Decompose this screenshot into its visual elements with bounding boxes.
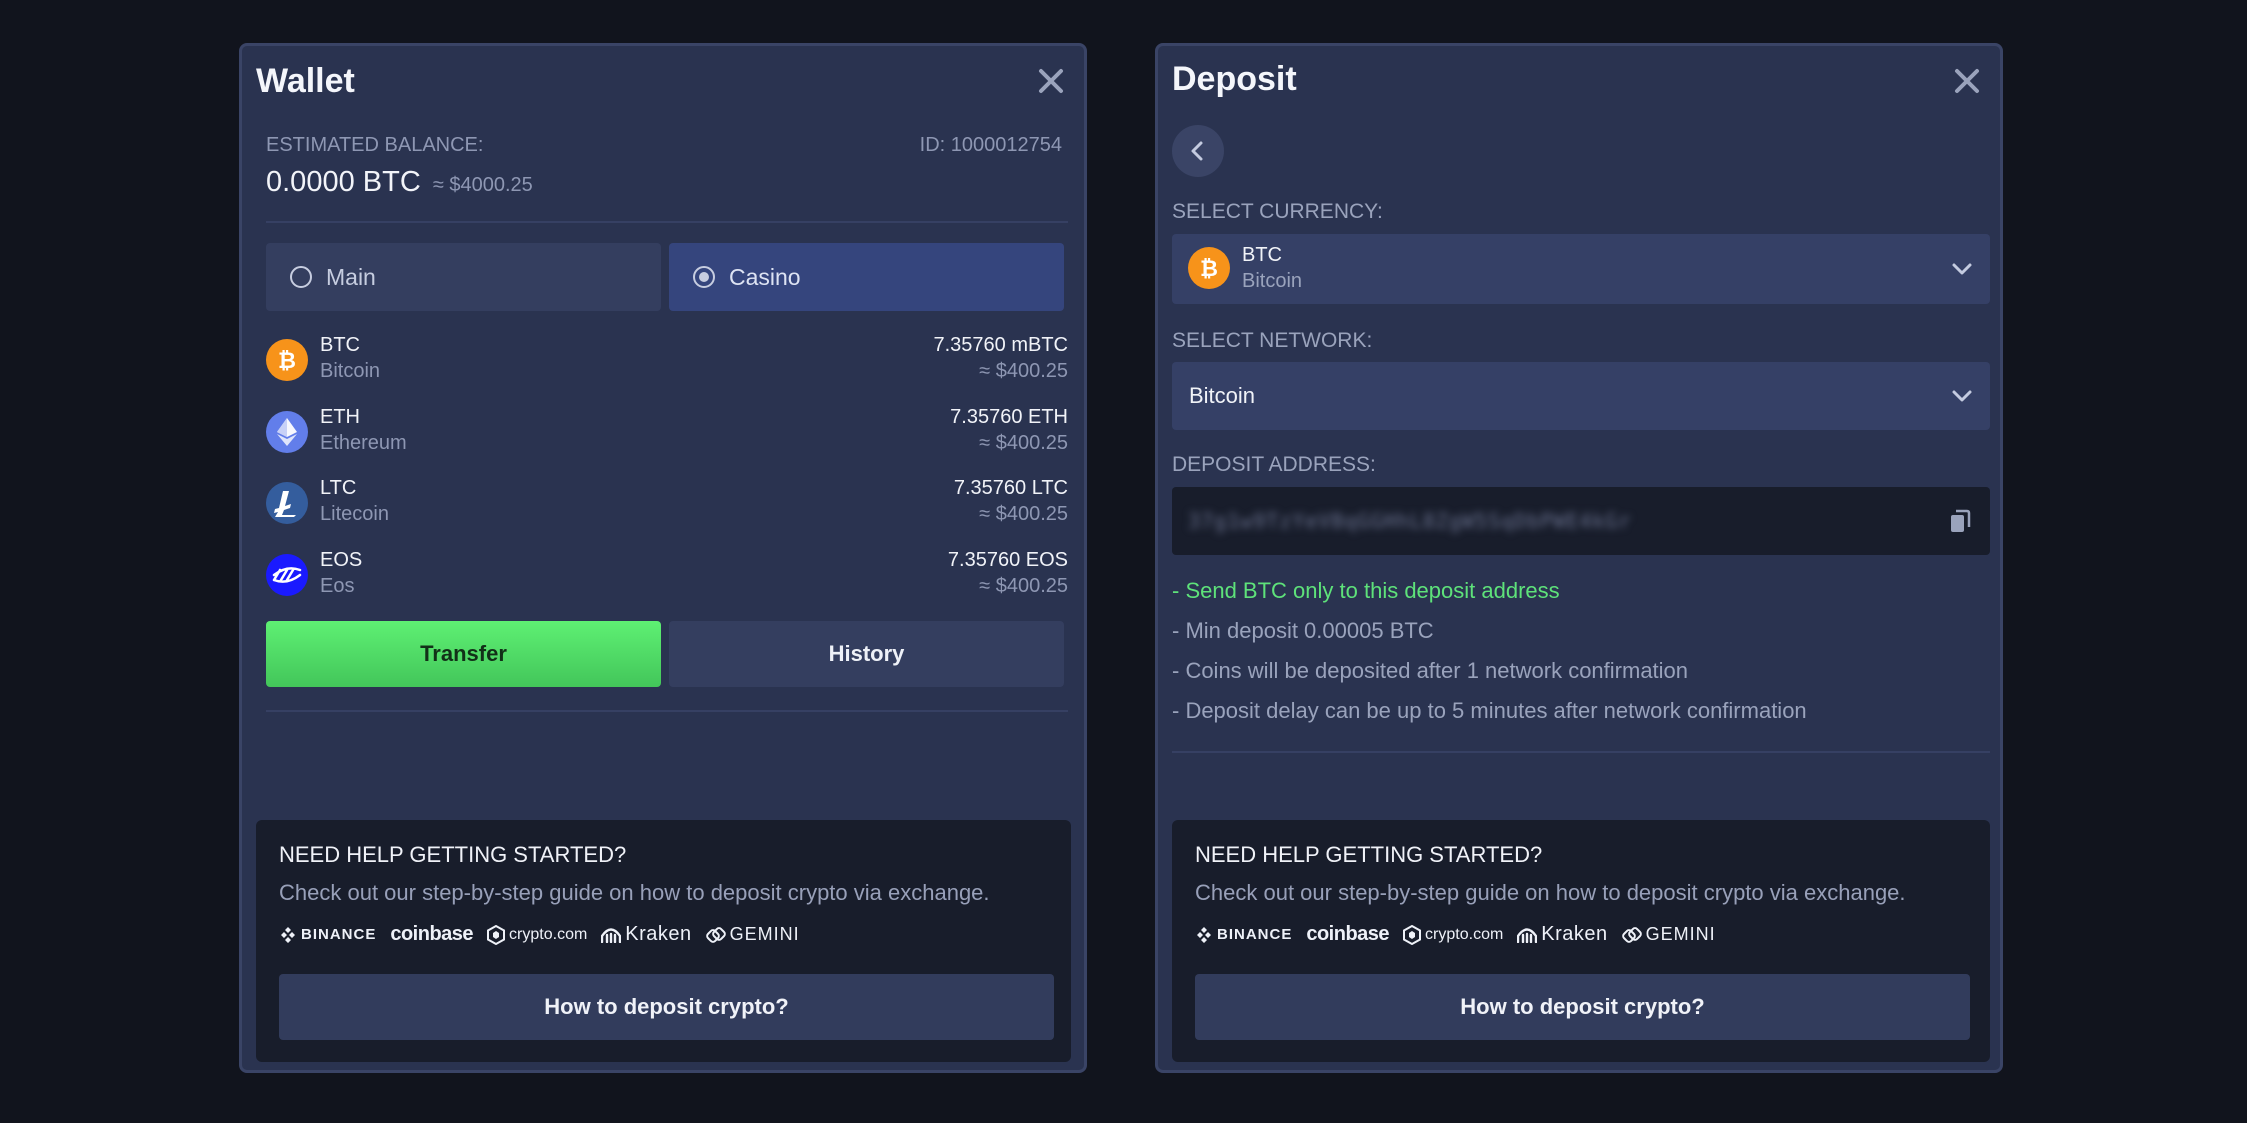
coin-symbol: LTC [320,477,357,499]
copy-icon[interactable] [1948,509,1972,535]
coinbase-logo-text: coinbase [1306,923,1390,945]
help-box: NEED HELP GETTING STARTED? Check out our… [256,820,1071,1062]
network-select[interactable]: Bitcoin [1172,362,1990,430]
how-to-deposit-button[interactable]: How to deposit crypto? [1195,974,1970,1040]
network-value: Bitcoin [1189,383,1256,408]
currency-select[interactable]: ₿ BTC Bitcoin [1172,234,1990,304]
radio-icon [290,266,312,288]
coinbase-logo: coinbase [390,923,473,946]
coin-amount: 7.35760 ETH [950,406,1068,428]
currency-label: SELECT CURRENCY: [1172,200,1383,223]
wallet-toggle-casino-label: Casino [729,263,801,290]
gemini-logo-text: GEMINI [729,924,800,944]
wallet-toggle-main[interactable]: Main [266,243,661,311]
coin-symbol: BTC [320,334,360,356]
wallet-toggle-main-label: Main [326,263,376,290]
coin-fiat: ≈ $400.25 [979,432,1068,454]
deposit-note: - Send BTC only to this deposit address [1172,578,1560,603]
deposit-note: - Deposit delay can be up to 5 minutes a… [1172,698,1807,723]
wallet-title: Wallet [256,62,355,100]
back-button[interactable] [1172,125,1224,177]
coin-amount: 7.35760 mBTC [933,334,1068,356]
coin-fiat: ≈ $400.25 [979,575,1068,597]
cryptocom-logo: crypto.com [1403,924,1504,945]
coin-symbol: EOS [320,549,363,571]
bitcoin-icon: ₿ [1188,247,1230,289]
coin-fiat: ≈ $400.25 [979,503,1068,525]
close-icon[interactable] [1034,64,1068,98]
kraken-logo-text: Kraken [625,923,692,945]
chevron-down-icon [1952,263,1972,275]
network-label: SELECT NETWORK: [1172,329,1373,352]
help-description: Check out our step-by-step guide on how … [1195,880,1906,905]
how-to-deposit-button[interactable]: How to deposit crypto? [279,974,1054,1040]
address-label: DEPOSIT ADDRESS: [1172,453,1376,476]
help-description: Check out our step-by-step guide on how … [279,880,990,905]
coinbase-logo-text: coinbase [390,923,474,945]
help-box: NEED HELP GETTING STARTED? Check out our… [1172,820,1990,1062]
divider [266,710,1068,712]
gemini-logo: GEMINI [705,924,800,945]
radio-checked-icon [693,266,715,288]
user-id-label: ID: 1000012754 [919,134,1062,156]
deposit-note: - Min deposit 0.00005 BTC [1172,618,1434,643]
wallet-toggle-casino[interactable]: Casino [669,243,1064,311]
binance-logo: BINANCE [1195,926,1292,944]
litecoin-icon [266,482,308,524]
svg-text:₿: ₿ [1200,257,1218,281]
coin-name: Bitcoin [320,360,381,382]
deposit-address[interactable]: 37g1w9TzYeVBqGGHhL8ZgW5SqDbPWE4kGr [1188,509,1631,533]
cryptocom-logo-text: crypto.com [509,925,588,943]
coin-amount: 7.35760 LTC [953,477,1068,499]
help-title: NEED HELP GETTING STARTED? [1195,842,1543,867]
coin-row-eos: EOS Eos 7.35760 EOS ≈ $400.25 [266,549,1068,601]
kraken-logo: Kraken [1517,923,1607,946]
transfer-button[interactable]: Transfer [266,621,661,687]
help-title: NEED HELP GETTING STARTED? [279,842,627,867]
currency-name: Bitcoin [1242,270,1303,292]
divider [266,221,1068,223]
balance-value: 0.0000 BTC ≈ $4000.25 [266,166,533,199]
deposit-panel: Deposit SELECT CURRENCY: ₿ BTC Bitcoin S… [1155,43,2003,1073]
deposit-address-box: 37g1w9TzYeVBqGGHhL8ZgW5SqDbPWE4kGr [1172,487,1990,555]
cryptocom-logo: crypto.com [487,924,588,945]
kraken-logo: Kraken [601,923,691,946]
coin-amount: 7.35760 EOS [947,549,1068,571]
currency-symbol: BTC [1242,244,1282,266]
binance-logo-text: BINANCE [301,926,377,943]
gemini-logo-text: GEMINI [1645,924,1716,944]
coin-symbol: ETH [320,406,360,428]
deposit-title: Deposit [1172,60,1297,98]
coin-fiat: ≈ $400.25 [979,360,1068,382]
chevron-down-icon [1952,390,1972,402]
history-button[interactable]: History [669,621,1064,687]
eos-icon [266,554,308,596]
exchange-logos: BINANCE coinbase crypto.com Kraken GEMIN… [1195,923,1716,946]
coin-name: Eos [320,575,355,597]
gemini-logo: GEMINI [1621,924,1716,945]
binance-logo-text: BINANCE [1217,926,1293,943]
cryptocom-logo-text: crypto.com [1425,925,1504,943]
coin-row-ltc: LTC Litecoin 7.35760 LTC ≈ $400.25 [266,477,1068,529]
svg-text:₿: ₿ [278,349,296,373]
coin-row-btc: ₿ BTC Bitcoin 7.35760 mBTC ≈ $400.25 [266,334,1068,386]
chevron-left-icon [1191,141,1203,161]
divider [1172,751,1990,753]
bitcoin-icon: ₿ [266,339,308,381]
exchange-logos: BINANCE coinbase crypto.com Kraken GEMIN… [279,923,800,946]
wallet-panel: Wallet ESTIMATED BALANCE: ID: 1000012754… [239,43,1087,1073]
binance-logo: BINANCE [279,926,376,944]
balance-label: ESTIMATED BALANCE: [266,134,484,156]
coin-name: Litecoin [320,503,389,525]
coin-row-eth: ETH Ethereum 7.35760 ETH ≈ $400.25 [266,406,1068,458]
balance-fiat: ≈ $4000.25 [432,174,533,196]
kraken-logo-text: Kraken [1541,923,1608,945]
coin-name: Ethereum [320,432,407,454]
close-icon[interactable] [1950,64,1984,98]
coinbase-logo: coinbase [1306,923,1389,946]
ethereum-icon [266,411,308,453]
balance-amount: 0.0000 BTC [266,166,421,198]
deposit-note: - Coins will be deposited after 1 networ… [1172,658,1689,683]
